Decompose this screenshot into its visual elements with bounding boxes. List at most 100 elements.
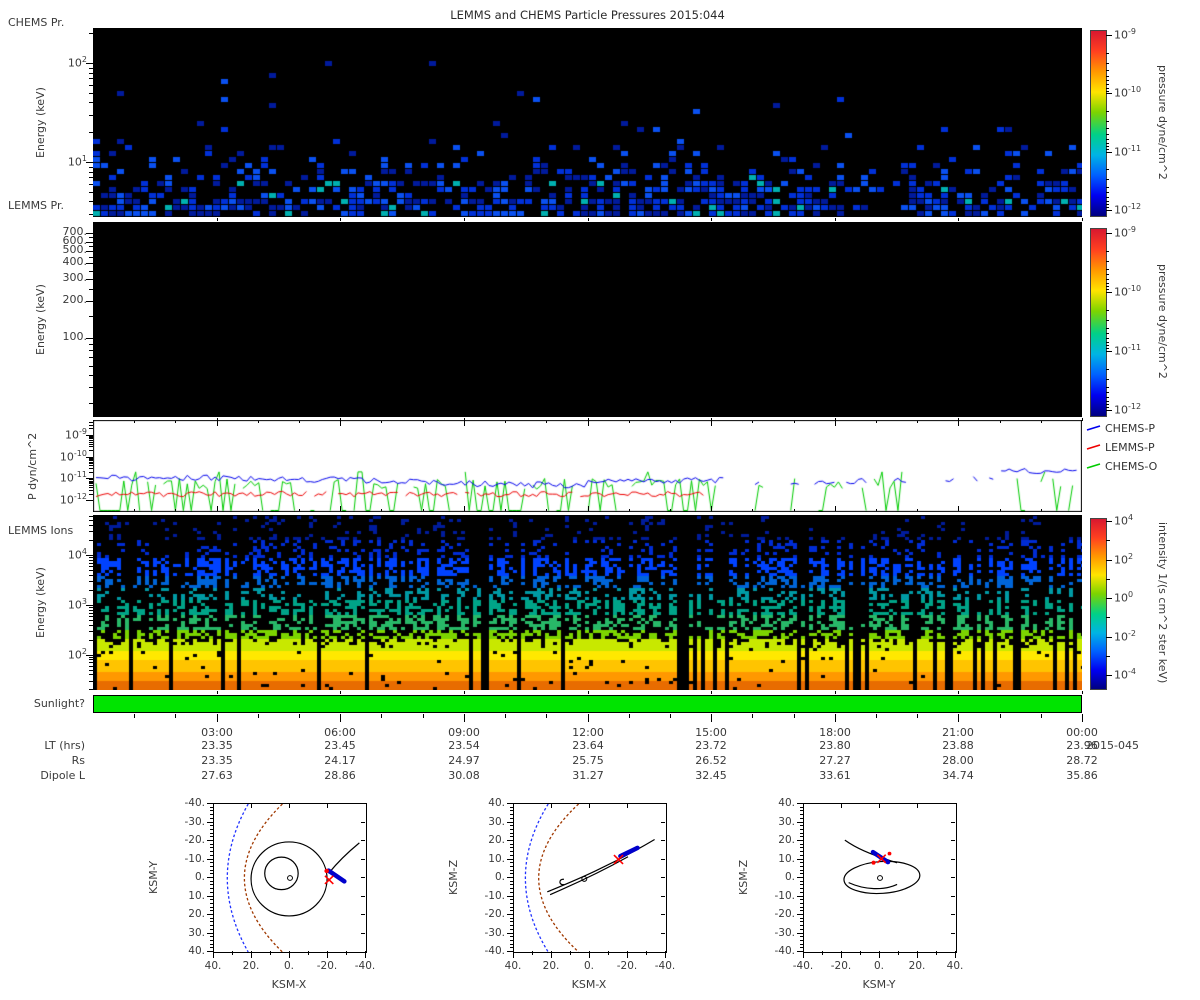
- panel-bottom-tick: [217, 218, 218, 221]
- ephemeris-value: 24.17: [324, 754, 356, 767]
- orbit-y-tick-label: 30.: [778, 816, 795, 828]
- orbit-x-tick-label: -20.: [616, 960, 638, 972]
- ephemeris-value: 23.45: [324, 739, 356, 752]
- y-axis-major-tick: [86, 162, 93, 163]
- colorbar-intensity: [1090, 518, 1107, 690]
- orbit-incoming-arm: [329, 843, 360, 874]
- panel-bottom-tick: [217, 691, 218, 694]
- time-minor-tick: [505, 714, 506, 718]
- y-axis-major-tick: [86, 279, 93, 280]
- y-axis-tick-label: 101: [67, 154, 87, 169]
- y-axis-major-tick: [86, 301, 93, 302]
- chems-pressure-spectrogram: [93, 28, 1082, 217]
- orbit-xz-ylabel: KSM-Z: [447, 859, 460, 895]
- y-axis-tick-label: 10-12: [59, 492, 87, 507]
- y-axis-major-tick: [86, 655, 93, 656]
- panel-bottom-tick: [464, 218, 465, 221]
- spacecraft-track-segment: [329, 871, 345, 882]
- colorbar-tick-label: 10-4: [1114, 667, 1136, 682]
- time-minor-tick: [629, 714, 630, 718]
- y-axis-major-tick: [86, 605, 93, 606]
- colorbar-unit-label-2: pressure dyne/cm^2: [1156, 264, 1169, 379]
- legend-item-chems-o: CHEMS-O: [1086, 459, 1157, 473]
- ephemeris-value: 30.08: [448, 769, 480, 782]
- legend-line-lemms-p: [1086, 444, 1101, 450]
- panel-bottom-tick: [588, 691, 589, 694]
- time-major-tick: [958, 714, 959, 722]
- page-title: LEMMS and CHEMS Particle Pressures 2015:…: [450, 8, 725, 22]
- ephemeris-value: 23.88: [942, 739, 974, 752]
- ephemeris-value: 24.97: [448, 754, 480, 767]
- orbit-plot-yz: [803, 803, 957, 953]
- time-major-tick: [835, 714, 836, 722]
- y-axis-tick-label: 200.: [62, 293, 88, 306]
- ephemeris-value: 28.72: [1066, 754, 1098, 767]
- ephemeris-value: 35.86: [1066, 769, 1098, 782]
- panel-bottom-tick: [711, 218, 712, 221]
- y-axis-major-tick: [86, 63, 93, 64]
- orbit-y-tick-label: 40.: [778, 797, 795, 809]
- end-date-label: 2015-045: [1086, 739, 1139, 752]
- y-axis-tick-label: 400.: [62, 255, 88, 268]
- time-minor-tick: [1000, 714, 1001, 718]
- orbit-plot-xy: [213, 803, 367, 953]
- orbit-plot-yz-canvas: [804, 804, 956, 952]
- position-dot: [324, 868, 329, 874]
- orbit-y-tick-label: -20.: [184, 834, 206, 846]
- orbit-xy-ylabel: KSM-Y: [147, 860, 160, 894]
- time-tick-label: 00:00: [1066, 726, 1098, 739]
- figure: LEMMS and CHEMS Particle Pressures 2015:…: [0, 0, 1200, 1000]
- orbit-yz-xlabel: KSM-Y: [862, 978, 896, 991]
- ephemeris-value: 23.64: [572, 739, 604, 752]
- colorbar-tick-label: 10-11: [1114, 144, 1142, 159]
- orbit-y-tick-label: -10.: [184, 853, 206, 865]
- ephemeris-value: 23.35: [201, 739, 233, 752]
- ylabel-energy-lemms: Energy (keV): [34, 284, 47, 355]
- orbit-y-tick-label: 10.: [188, 890, 205, 902]
- orbit-y-tick-label: 10.: [778, 853, 795, 865]
- orbit-x-tick-label: 40.: [946, 960, 964, 972]
- ephemeris-value: 23.35: [201, 754, 233, 767]
- time-minor-tick: [752, 714, 753, 718]
- time-tick-label: 21:00: [942, 726, 974, 739]
- time-major-tick: [1082, 714, 1083, 722]
- time-tick-label: 06:00: [324, 726, 356, 739]
- panel-bottom-tick: [1082, 218, 1083, 221]
- y-axis-major-tick: [86, 242, 93, 243]
- y-axis-major-tick: [86, 555, 93, 556]
- orbit-y-tick-label: 30.: [488, 816, 505, 828]
- bow-shock-curve: [525, 804, 548, 952]
- panel-bottom-tick: [340, 218, 341, 221]
- time-minor-tick: [381, 714, 382, 718]
- row-label-lt: LT (hrs): [44, 739, 85, 752]
- orbit-x-tick-label: 0.: [583, 960, 595, 972]
- legend-label-chems-p: CHEMS-P: [1105, 421, 1155, 435]
- colorbar-tick-label: 10-2: [1114, 629, 1136, 644]
- y-axis-tick-label: 102: [67, 55, 87, 70]
- ephemeris-value: 25.75: [572, 754, 604, 767]
- colorbar-unit-label-3: intensity 1/(s cm^2 ster keV): [1156, 522, 1169, 684]
- orbit-y-tick-label: -10.: [484, 890, 506, 902]
- orbit-x-tick-label: 40.: [204, 960, 222, 972]
- orbit-x-tick-label: -20.: [316, 960, 338, 972]
- legend-line-chems-o: [1086, 463, 1101, 469]
- time-minor-tick: [134, 714, 135, 718]
- orbit-outer-loop: [251, 842, 327, 916]
- ephemeris-value: 27.63: [201, 769, 233, 782]
- y-axis-major-tick: [86, 478, 93, 479]
- ephemeris-value: 23.72: [695, 739, 727, 752]
- pressure-line-plot: [93, 420, 1082, 512]
- panel-bottom-tick: [835, 218, 836, 221]
- ephemeris-value: 27.27: [819, 754, 851, 767]
- orbit-ellipse: [843, 859, 921, 896]
- time-tick-label: 03:00: [201, 726, 233, 739]
- orbit-plot-xy-canvas: [214, 804, 366, 952]
- orbit-y-tick-label: 40.: [488, 797, 505, 809]
- y-axis-tick-label: 10-10: [59, 449, 87, 464]
- colorbar-tick-label: 10-9: [1114, 27, 1136, 42]
- orbit-plot-xz-canvas: [514, 804, 666, 952]
- spacecraft-track-segment: [620, 848, 637, 856]
- orbit-y-tick-label: 20.: [778, 834, 795, 846]
- sunlight-label: Sunlight?: [33, 697, 85, 710]
- saturn-marker: [878, 876, 883, 881]
